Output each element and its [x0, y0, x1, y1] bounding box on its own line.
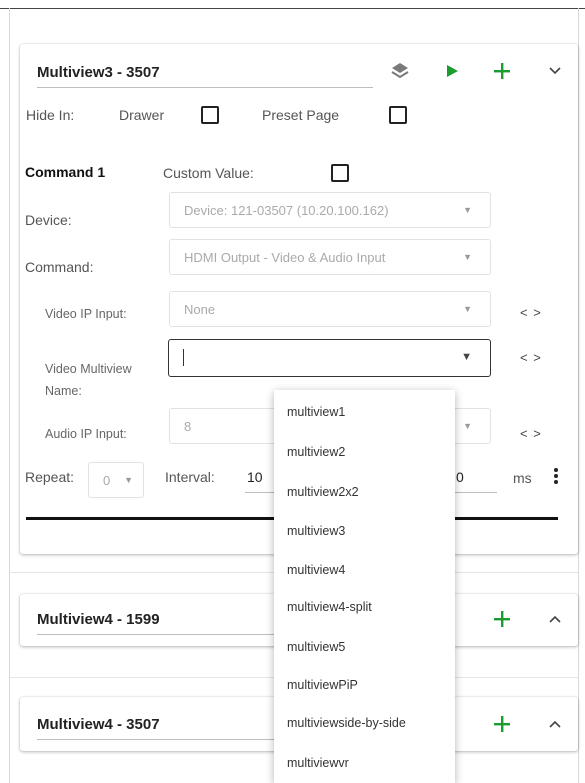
- device-select[interactable]: Device: 121-03507 (10.20.100.162) ▼: [169, 192, 491, 228]
- layers-icon[interactable]: [390, 61, 410, 81]
- frame-left-border: [9, 8, 10, 783]
- dropdown-option[interactable]: multiview4: [287, 563, 345, 577]
- interval-value[interactable]: 10: [247, 469, 263, 485]
- chevron-up-icon[interactable]: [548, 719, 562, 729]
- audio-ip-input-value: 8: [184, 419, 192, 434]
- audio-ip-input-label: Audio IP Input:: [45, 427, 127, 441]
- card-title: Multiview4 - 1599: [37, 611, 160, 628]
- interval-value-tail: 0: [456, 469, 464, 485]
- video-multiview-name-select[interactable]: ▼: [168, 339, 491, 377]
- dropdown-option[interactable]: multiview1: [287, 405, 345, 419]
- dropdown-option[interactable]: multiviewside-by-side: [287, 716, 406, 730]
- dropdown-option[interactable]: multiview3: [287, 524, 345, 538]
- preset-page-label: Preset Page: [262, 107, 340, 123]
- frame-right-border: [578, 8, 579, 783]
- chevron-up-icon[interactable]: [548, 614, 562, 624]
- frame-top-border: [0, 8, 585, 9]
- ms-label: ms: [513, 470, 532, 486]
- custom-value-label: Custom Value:: [163, 165, 254, 181]
- caret-down-icon: ▼: [463, 304, 472, 314]
- plus-icon[interactable]: [493, 610, 511, 628]
- repeat-value: 0: [103, 473, 111, 488]
- card-title: Multiview4 - 3507: [37, 716, 160, 733]
- drawer-checkbox[interactable]: [201, 106, 219, 124]
- caret-down-icon: ▼: [463, 421, 472, 431]
- repeat-label: Repeat:: [25, 469, 75, 485]
- command-select-value: HDMI Output - Video & Audio Input: [184, 250, 386, 265]
- custom-value-checkbox[interactable]: [331, 164, 349, 182]
- command-label: Command:: [25, 259, 94, 275]
- dropdown-option[interactable]: multiview5: [287, 640, 345, 654]
- play-icon[interactable]: [444, 63, 460, 79]
- caret-down-icon: ▼: [463, 205, 472, 215]
- title-underline: [37, 87, 373, 88]
- chevron-down-icon[interactable]: [548, 66, 562, 76]
- video-multiview-name-label: Video Multiview: [45, 362, 132, 376]
- drawer-label: Drawer: [119, 107, 165, 123]
- code-brackets-icon[interactable]: < >: [520, 426, 542, 441]
- video-ip-input-label: Video IP Input:: [45, 307, 127, 321]
- preset-page-checkbox[interactable]: [389, 106, 407, 124]
- hide-in-label: Hide In:: [26, 107, 75, 123]
- video-ip-input-select[interactable]: None ▼: [169, 291, 491, 327]
- device-select-value: Device: 121-03507 (10.20.100.162): [184, 203, 389, 218]
- video-multiview-name-label-line2: Name:: [45, 384, 82, 398]
- code-brackets-icon[interactable]: < >: [520, 305, 542, 320]
- repeat-select[interactable]: 0 ▼: [88, 462, 144, 498]
- dropdown-option[interactable]: multiviewvr: [287, 756, 349, 770]
- text-cursor: [183, 349, 184, 366]
- card-title: Multiview3 - 3507: [37, 64, 160, 81]
- dropdown-option[interactable]: multiview2x2: [287, 485, 359, 499]
- device-label: Device:: [25, 212, 72, 228]
- multiview-name-dropdown: multiview1 multiview2 multiview2x2 multi…: [274, 390, 455, 783]
- caret-down-icon: ▼: [463, 252, 472, 262]
- dropdown-option[interactable]: multiview4-split: [287, 600, 372, 614]
- video-ip-input-value: None: [184, 302, 216, 317]
- caret-down-icon: ▼: [124, 475, 133, 485]
- code-brackets-icon[interactable]: < >: [520, 350, 542, 365]
- plus-icon[interactable]: [493, 715, 511, 733]
- more-vert-icon[interactable]: [553, 467, 559, 485]
- command-title: Command 1: [25, 164, 106, 180]
- interval-label: Interval:: [165, 469, 215, 485]
- caret-down-icon: ▼: [461, 351, 472, 363]
- dropdown-option[interactable]: multiviewPiP: [287, 678, 358, 692]
- plus-icon[interactable]: [493, 62, 511, 80]
- dropdown-option[interactable]: multiview2: [287, 445, 345, 459]
- command-select[interactable]: HDMI Output - Video & Audio Input ▼: [169, 239, 491, 275]
